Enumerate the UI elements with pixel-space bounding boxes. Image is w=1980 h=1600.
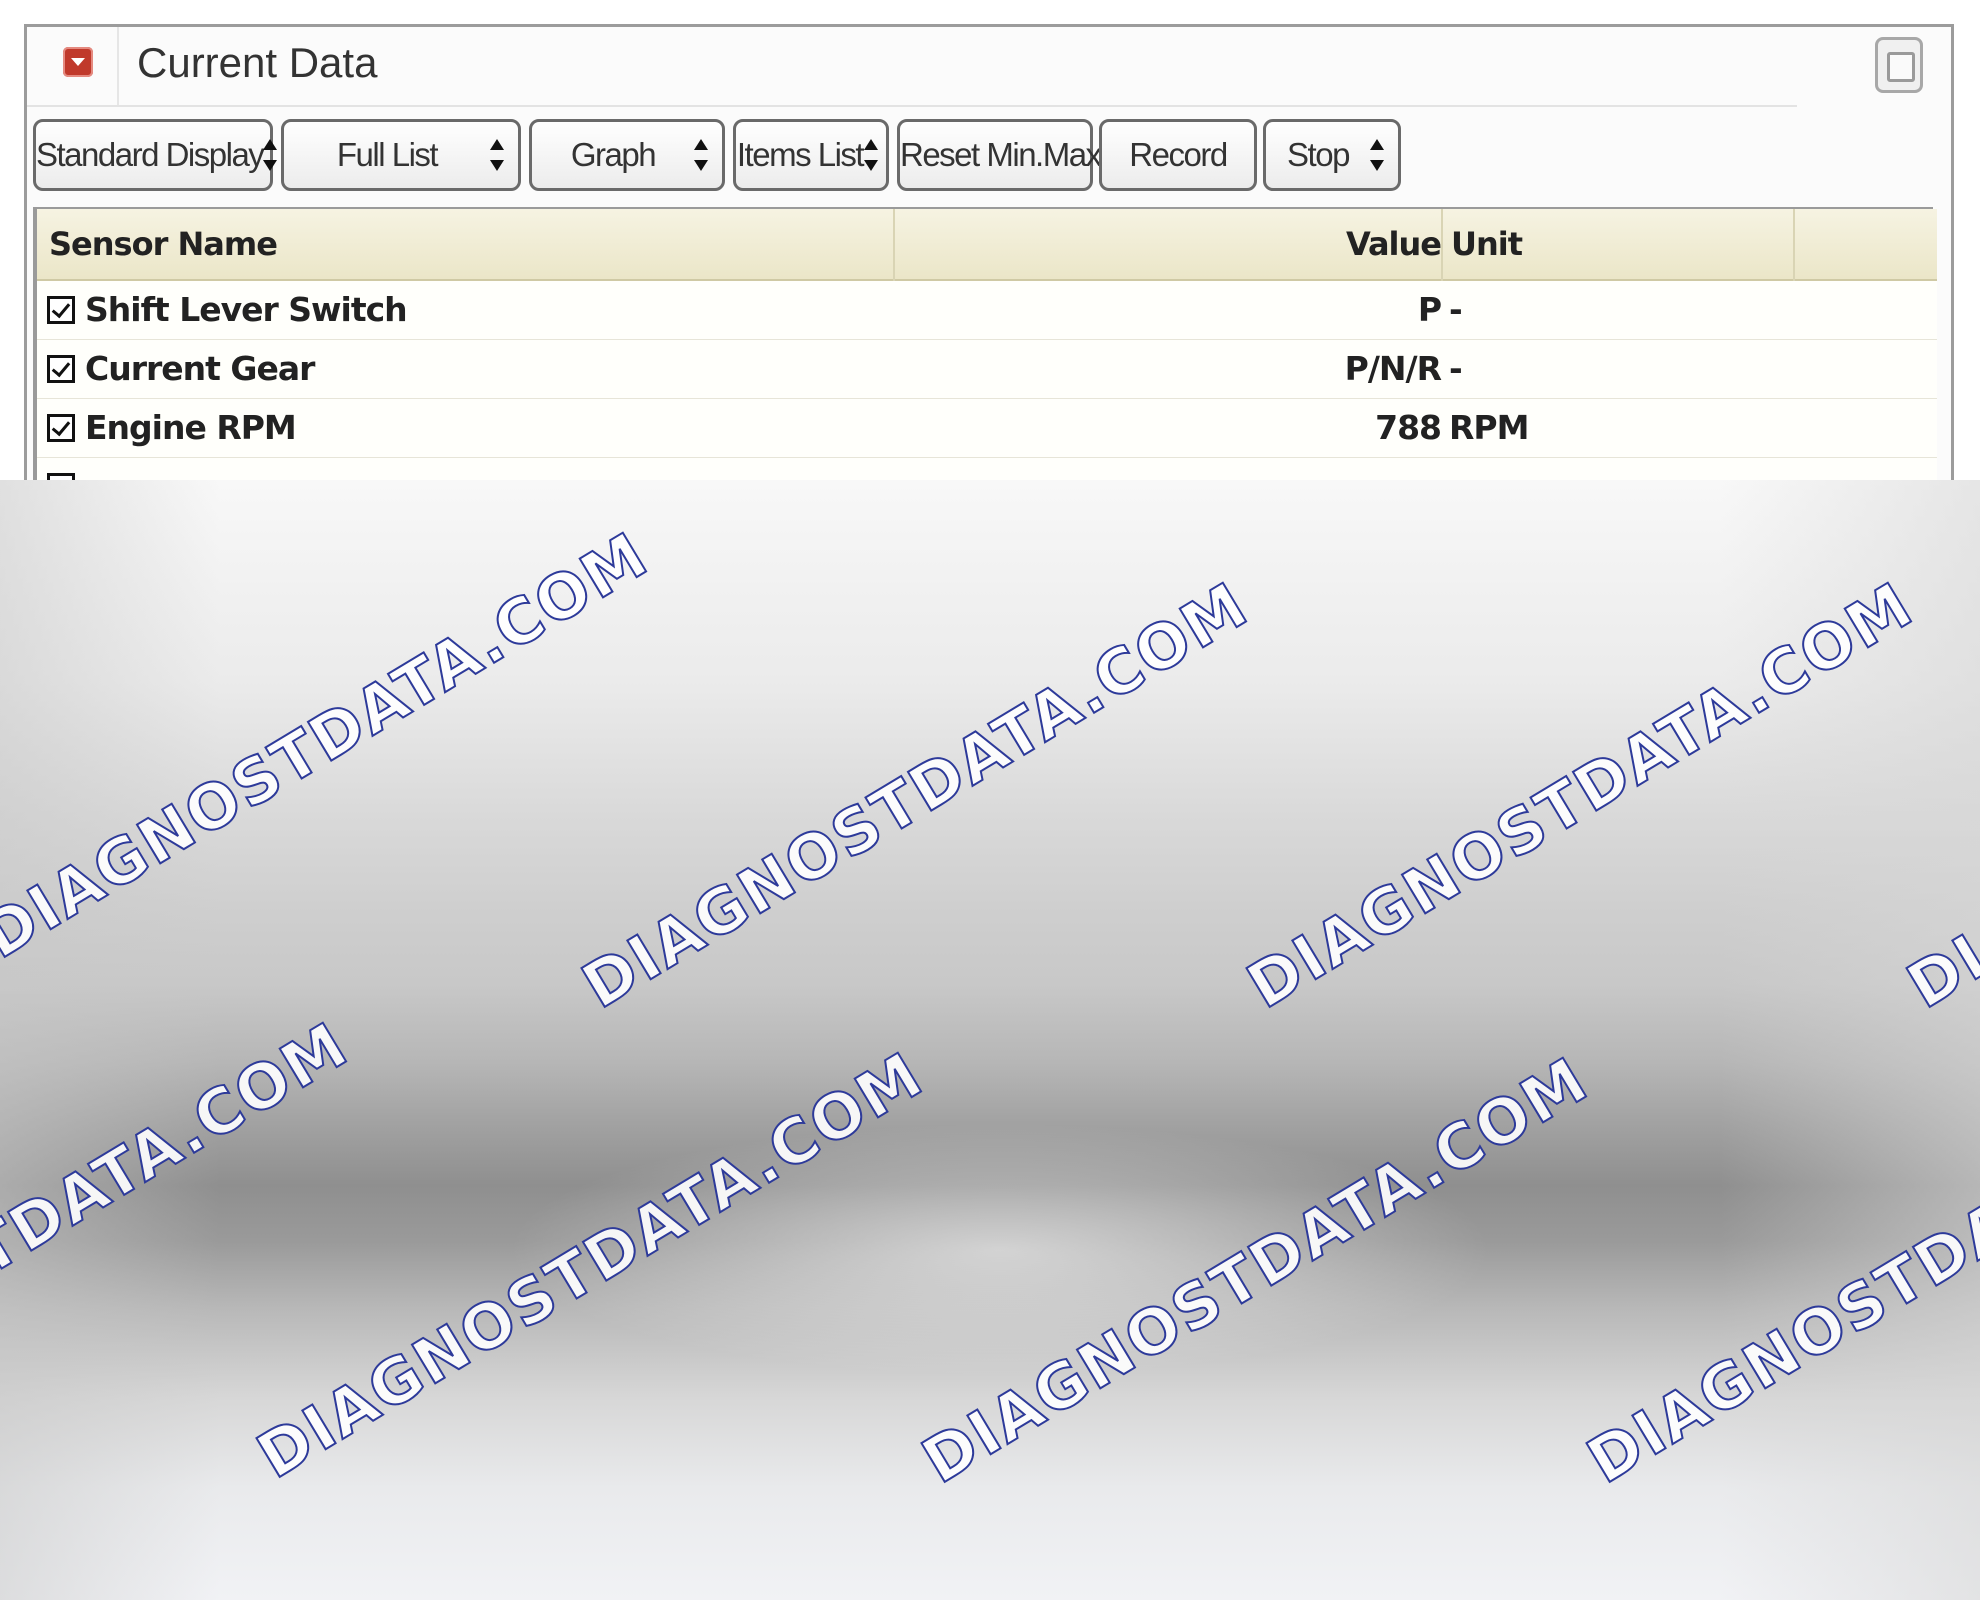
watermark-text: DIAGNOSTDATA.COM [569,567,1261,1024]
record-button[interactable]: Record [1099,119,1257,191]
spinner-arrows-icon [864,137,878,173]
stop-select[interactable]: Stop [1263,119,1401,191]
sensor-unit: - [1449,290,1463,329]
graph-label: Graph [570,136,657,173]
table-row-partial[interactable] [37,458,1937,480]
title-divider [117,27,119,105]
background-shade [0,480,220,1600]
table-header: Sensor Name Value Unit [37,209,1937,480]
spinner-arrows-icon [263,137,278,173]
standard-display-label: Standard Display [36,136,265,173]
checkbox-checked-icon[interactable] [47,355,75,383]
sensor-value: P/N/R [1344,349,1442,388]
checkbox-checked-icon[interactable] [47,296,75,324]
spinner-arrows-icon [694,137,708,173]
watermark-text: DIAGNOSTDATA.COM [909,1042,1601,1499]
sensor-unit: RPM [1449,408,1529,447]
sensor-table: Sensor Name Value Unit Shift Lever Switc… [33,207,1937,480]
watermark-text: DIAGNOSTDATA.COM [244,1037,936,1494]
graph-select[interactable]: Graph [529,119,725,191]
sensor-value: 788 [1375,408,1442,447]
title-bar: Current Data [27,27,1797,107]
standard-display-select[interactable]: Standard Display [33,119,278,191]
sensor-value: P [1417,290,1442,329]
reset-min-max-label: Reset Min.Max. [900,136,1110,173]
spinner-arrows-icon [490,137,504,173]
watermark-background: DIAGNOSTDATA.COM DIAGNOSTDATA.COM DIAGNO… [0,480,1980,1600]
table-row[interactable]: Current Gear P/N/R - [37,340,1937,399]
spinner-arrows-icon [1370,137,1384,173]
full-list-label: Full List [336,136,439,173]
current-data-panel: Current Data Standard Display Full List … [24,24,1954,480]
header-unit[interactable]: Unit [1451,209,1523,279]
stop-label: Stop [1287,136,1350,173]
checkbox-checked-icon[interactable] [47,473,75,480]
record-label: Record [1129,136,1228,173]
sensor-name: Current Gear [85,349,315,388]
restore-window-icon[interactable] [1875,37,1923,93]
table-row[interactable]: Engine RPM 788 RPM [37,399,1937,458]
checkbox-checked-icon[interactable] [47,414,75,442]
header-value[interactable]: Value [1346,209,1442,279]
sensor-name: Shift Lever Switch [85,290,408,329]
screenshot-area: Current Data Standard Display Full List … [0,0,1980,480]
items-list-select[interactable]: Items List [733,119,889,191]
table-row[interactable]: Shift Lever Switch P - [37,281,1937,340]
sensor-name: Engine RPM [85,408,297,447]
collapse-arrow-icon[interactable] [63,47,93,77]
sensor-unit: - [1449,349,1463,388]
full-list-select[interactable]: Full List [281,119,521,191]
items-list-label: Items List [736,136,865,173]
reset-min-max-button[interactable]: Reset Min.Max. [897,119,1110,191]
page-title: Current Data [137,39,378,86]
header-sensor-name[interactable]: Sensor Name [49,209,278,279]
